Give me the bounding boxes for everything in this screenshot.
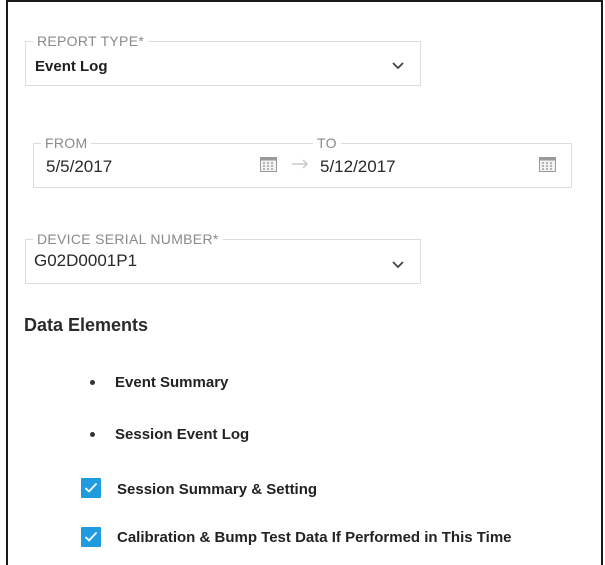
bullet-dot xyxy=(90,380,95,385)
report-type-select[interactable]: REPORT TYPE* Event Log xyxy=(25,33,421,86)
from-date-legend: FROM xyxy=(41,135,92,151)
calibration-bump-checkbox[interactable] xyxy=(81,527,101,547)
to-date-field[interactable]: TO 5/12/2017 xyxy=(309,135,572,188)
calendar-icon[interactable] xyxy=(260,156,277,172)
device-serial-value: G02D0001P1 xyxy=(34,251,138,270)
checkmark-icon xyxy=(84,531,98,542)
arrow-right-icon xyxy=(292,159,309,169)
from-date-value: 5/5/2017 xyxy=(46,157,113,176)
bullet-session-event-log: Session Event Log xyxy=(115,426,250,443)
data-elements-title: Data Elements xyxy=(24,315,149,335)
bullet-dot xyxy=(90,432,95,437)
to-date-legend: TO xyxy=(313,135,341,151)
to-date-value: 5/12/2017 xyxy=(320,157,396,176)
calibration-bump-label[interactable]: Calibration & Bump Test Data If Performe… xyxy=(117,529,512,546)
device-serial-legend: DEVICE SERIAL NUMBER* xyxy=(33,231,223,247)
device-serial-select[interactable]: DEVICE SERIAL NUMBER* G02D0001P1 xyxy=(25,231,421,284)
session-summary-label[interactable]: Session Summary & Setting xyxy=(117,481,317,498)
chevron-down-icon[interactable] xyxy=(390,57,406,73)
checkmark-icon xyxy=(84,482,98,493)
report-type-legend: REPORT TYPE* xyxy=(33,33,149,49)
chevron-down-icon[interactable] xyxy=(390,256,406,272)
from-date-field[interactable]: FROM 5/5/2017 xyxy=(33,135,310,188)
session-summary-checkbox[interactable] xyxy=(81,478,101,498)
report-type-value: Event Log xyxy=(35,58,108,75)
bullet-event-summary: Event Summary xyxy=(115,374,229,391)
calendar-icon[interactable] xyxy=(539,156,556,172)
